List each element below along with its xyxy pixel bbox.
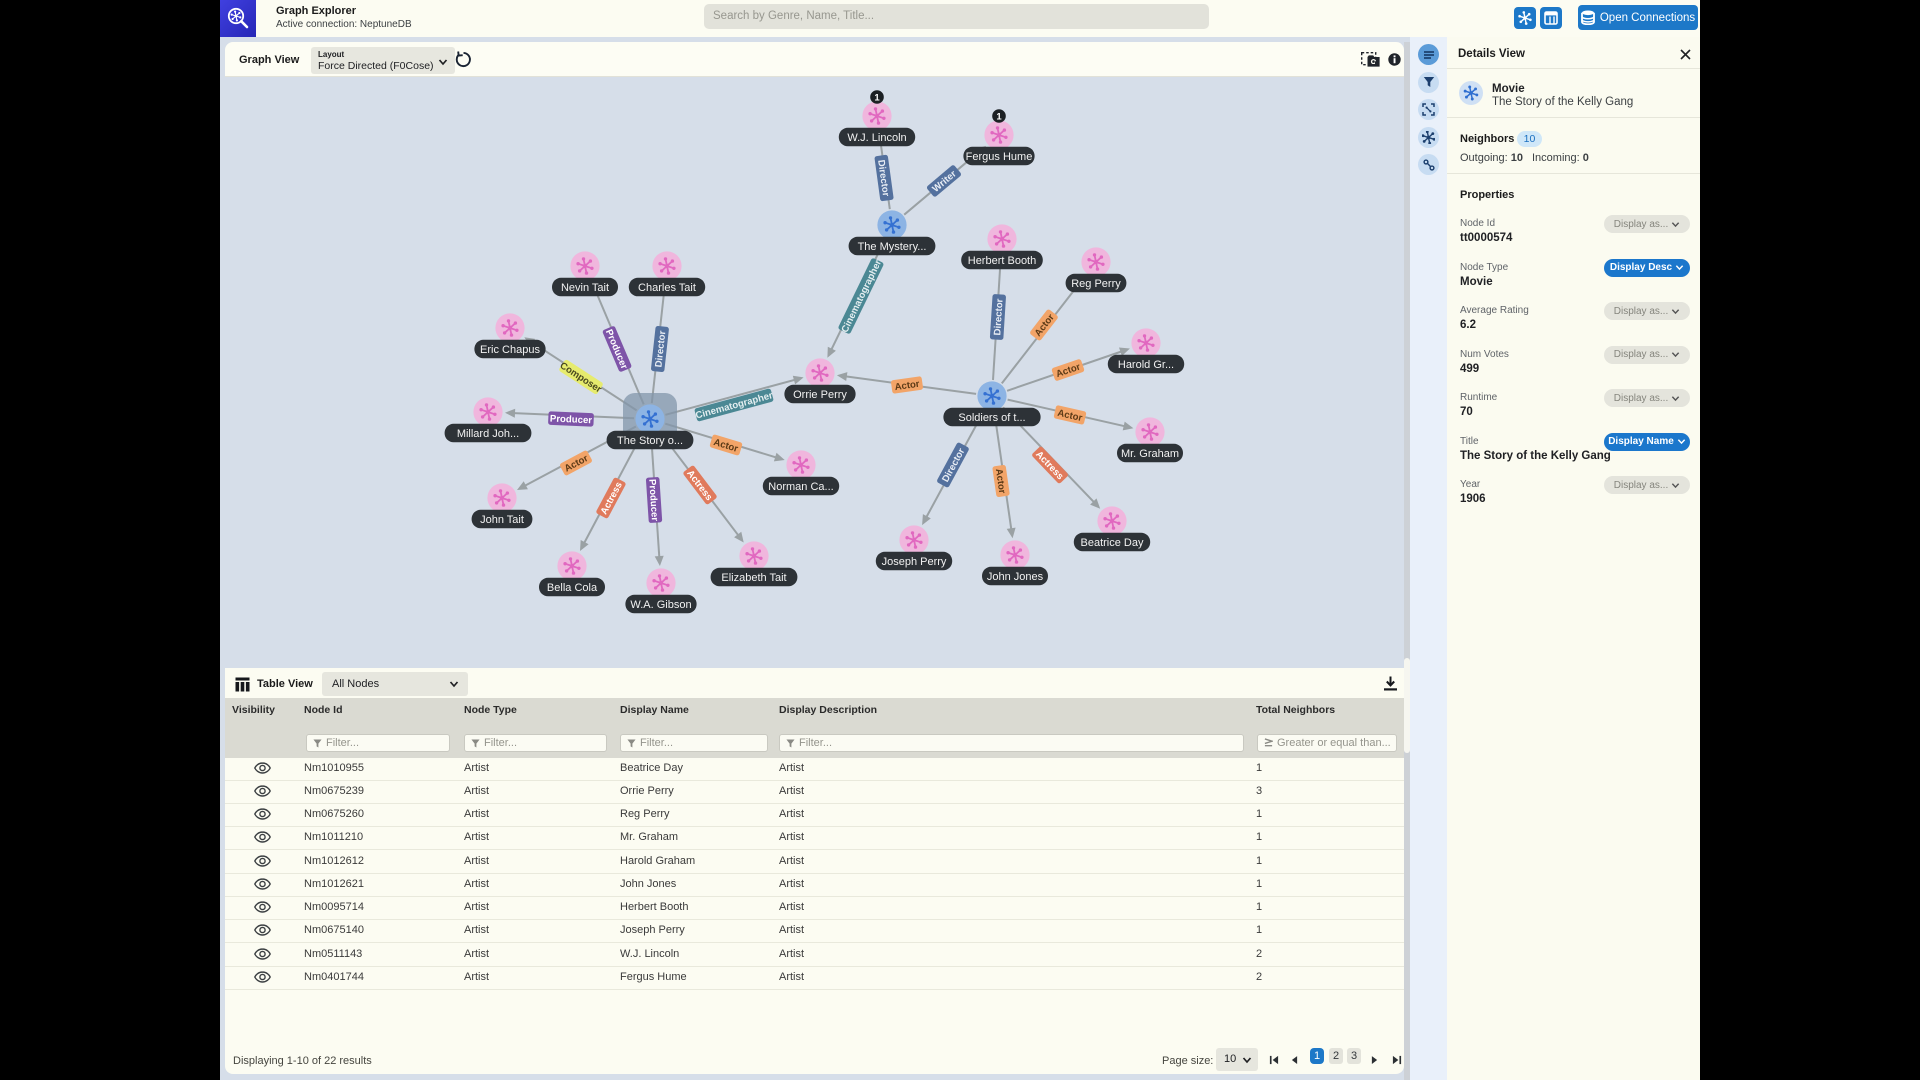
svg-text:Nevin Tait: Nevin Tait xyxy=(561,282,609,294)
svg-text:Joseph Perry: Joseph Perry xyxy=(882,556,947,568)
svg-text:1: 1 xyxy=(874,92,880,103)
svg-text:Director: Director xyxy=(940,446,967,484)
svg-text:Producer: Producer xyxy=(603,328,630,371)
svg-text:Actress: Actress xyxy=(1033,449,1065,482)
svg-text:Producer: Producer xyxy=(550,413,593,426)
svg-text:Millard Joh...: Millard Joh... xyxy=(457,428,519,440)
svg-text:Beatrice Day: Beatrice Day xyxy=(1081,537,1144,549)
svg-text:John Tait: John Tait xyxy=(480,514,524,526)
svg-text:Director: Director xyxy=(992,298,1005,336)
svg-text:Bella Cola: Bella Cola xyxy=(547,582,598,594)
svg-text:Mr. Graham: Mr. Graham xyxy=(1121,448,1179,460)
svg-text:Soldiers of t...: Soldiers of t... xyxy=(958,412,1025,424)
svg-text:Reg Perry: Reg Perry xyxy=(1071,278,1121,290)
svg-text:W.J. Lincoln: W.J. Lincoln xyxy=(847,132,906,144)
svg-text:Composer: Composer xyxy=(558,360,604,395)
svg-text:Fergus Hume: Fergus Hume xyxy=(966,151,1033,163)
svg-text:John Jones: John Jones xyxy=(987,571,1044,583)
svg-text:Elizabeth Tait: Elizabeth Tait xyxy=(721,572,786,584)
svg-text:Actor: Actor xyxy=(712,437,739,455)
svg-text:1: 1 xyxy=(996,111,1002,122)
svg-text:Actor: Actor xyxy=(894,379,921,393)
svg-text:Herbert Booth: Herbert Booth xyxy=(968,255,1036,267)
svg-text:Actor: Actor xyxy=(1055,361,1083,380)
svg-text:Norman Ca...: Norman Ca... xyxy=(768,481,833,493)
svg-text:Charles Tait: Charles Tait xyxy=(638,282,696,294)
svg-text:Eric Chapus: Eric Chapus xyxy=(480,344,540,356)
svg-text:W.A. Gibson: W.A. Gibson xyxy=(630,599,691,611)
svg-text:Producer: Producer xyxy=(646,479,660,522)
svg-text:Actor: Actor xyxy=(993,468,1007,495)
svg-text:Harold Gr...: Harold Gr... xyxy=(1118,359,1174,371)
svg-text:The Story o...: The Story o... xyxy=(617,435,683,447)
svg-text:The Mystery...: The Mystery... xyxy=(858,241,927,253)
svg-text:Orrie Perry: Orrie Perry xyxy=(793,389,847,401)
svg-text:Actress: Actress xyxy=(599,480,625,516)
svg-text:Cinematographer: Cinematographer xyxy=(840,258,885,334)
